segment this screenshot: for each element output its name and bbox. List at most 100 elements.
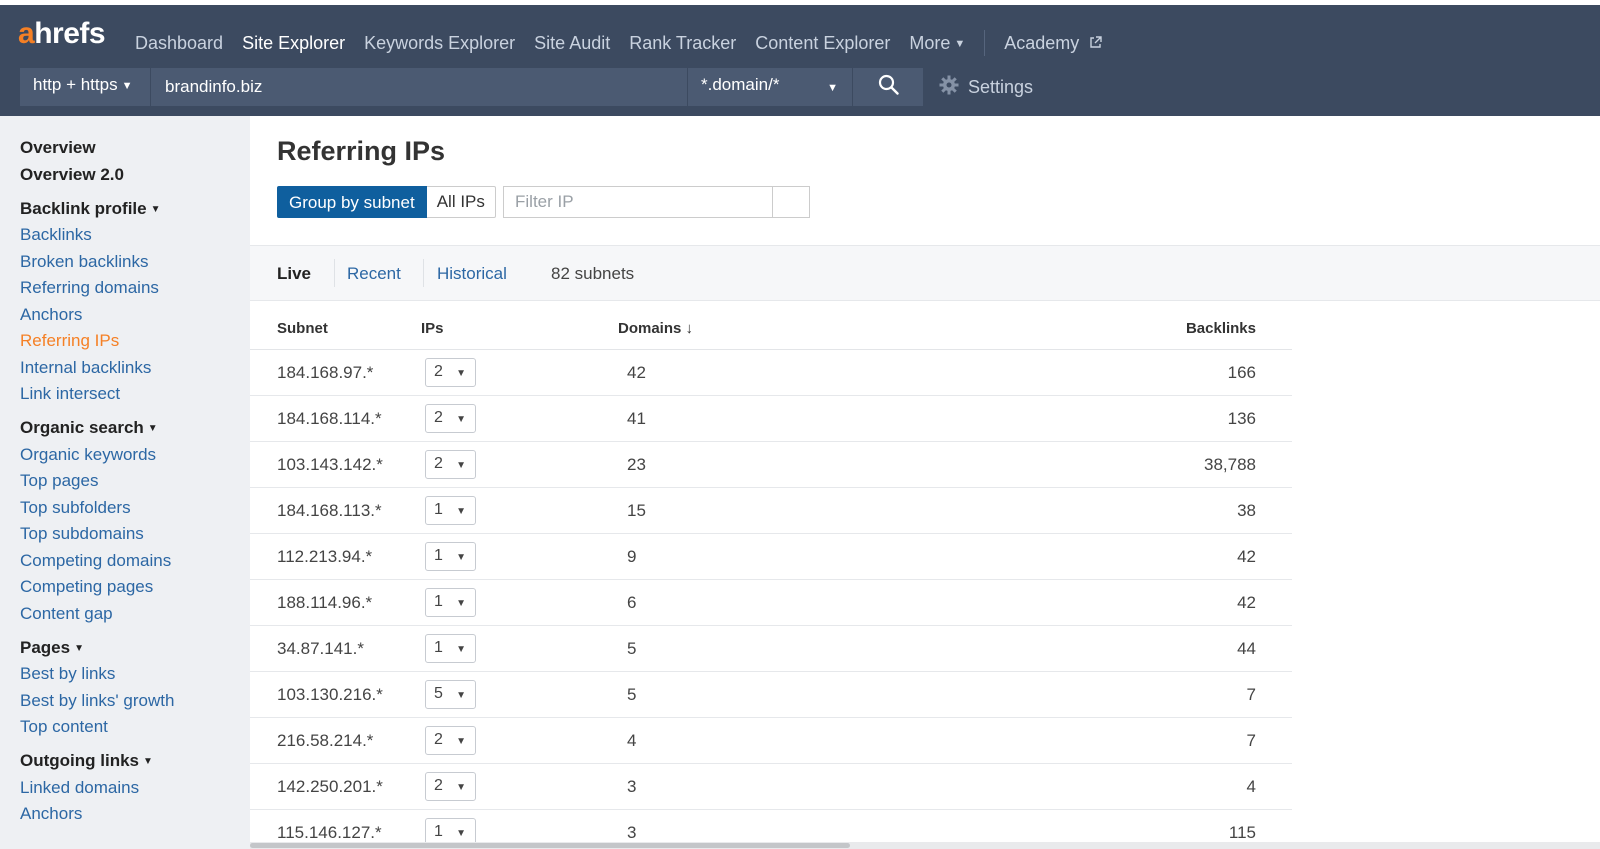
nav-keywords-explorer[interactable]: Keywords Explorer <box>364 33 515 54</box>
subnet-cell[interactable]: 103.130.216.* <box>277 685 383 705</box>
domains-cell[interactable]: 3 <box>627 823 636 843</box>
nav-more[interactable]: More ▼ <box>909 33 965 54</box>
tab-recent[interactable]: Recent <box>347 264 401 284</box>
domains-cell[interactable]: 4 <box>627 731 636 751</box>
backlinks-cell[interactable]: 38,788 <box>1204 455 1256 475</box>
sidebar-item-organic-keywords[interactable]: Organic keywords <box>20 445 156 465</box>
backlinks-cell[interactable]: 42 <box>1237 593 1256 613</box>
ips-count-dropdown[interactable]: 2 ▼ <box>425 450 476 479</box>
sidebar-item-best-by-links[interactable]: Best by links <box>20 664 115 684</box>
group-by-subnet-button[interactable]: Group by subnet <box>277 186 427 218</box>
ips-count-dropdown[interactable]: 2 ▼ <box>425 358 476 387</box>
sidebar-item-content-gap[interactable]: Content gap <box>20 604 113 624</box>
horizontal-scrollbar[interactable] <box>250 842 1600 849</box>
subnet-cell[interactable]: 184.168.97.* <box>277 363 373 383</box>
domains-cell[interactable]: 6 <box>627 593 636 613</box>
subnet-cell[interactable]: 34.87.141.* <box>277 639 364 659</box>
scrollbar-thumb[interactable] <box>250 843 850 848</box>
domains-cell[interactable]: 5 <box>627 639 636 659</box>
sidebar-item-link-intersect[interactable]: Link intersect <box>20 384 120 404</box>
subnet-cell[interactable]: 103.143.142.* <box>277 455 383 475</box>
subnet-cell[interactable]: 184.168.113.* <box>277 501 382 521</box>
filter-ip-group <box>503 186 810 218</box>
domains-cell[interactable]: 9 <box>627 547 636 567</box>
sidebar-section-backlink-profile[interactable]: Backlink profile ▼ <box>20 199 161 219</box>
sidebar-item-referring-ips[interactable]: Referring IPs <box>20 331 119 351</box>
backlinks-cell[interactable]: 136 <box>1228 409 1256 429</box>
sidebar-item-top-subdomains[interactable]: Top subdomains <box>20 524 144 544</box>
ips-count-dropdown[interactable]: 2 ▼ <box>425 404 476 433</box>
sidebar-item-referring-domains[interactable]: Referring domains <box>20 278 159 298</box>
sidebar-item-overview-2[interactable]: Overview 2.0 <box>20 165 124 185</box>
backlinks-cell[interactable]: 7 <box>1247 731 1256 751</box>
domains-cell[interactable]: 3 <box>627 777 636 797</box>
chevron-down-icon: ▼ <box>456 414 466 425</box>
sidebar-item-top-subfolders[interactable]: Top subfolders <box>20 498 131 518</box>
backlinks-cell[interactable]: 115 <box>1229 823 1256 843</box>
domains-cell[interactable]: 41 <box>627 409 646 429</box>
ips-count-dropdown[interactable]: 2 ▼ <box>425 772 476 801</box>
domains-cell[interactable]: 15 <box>627 501 646 521</box>
subnet-cell[interactable]: 115.146.127.* <box>277 823 382 843</box>
sidebar-item-anchors[interactable]: Anchors <box>20 305 82 325</box>
column-header-ips[interactable]: IPs <box>421 320 444 337</box>
sidebar-item-internal-backlinks[interactable]: Internal backlinks <box>20 358 151 378</box>
domains-cell[interactable]: 23 <box>627 455 646 475</box>
ips-count-dropdown[interactable]: 1 ▼ <box>425 542 476 571</box>
sidebar-item-top-content[interactable]: Top content <box>20 717 108 737</box>
sidebar-item-competing-domains[interactable]: Competing domains <box>20 551 171 571</box>
subnet-cell[interactable]: 184.168.114.* <box>277 409 382 429</box>
backlinks-cell[interactable]: 38 <box>1237 501 1256 521</box>
tab-divider <box>334 259 335 287</box>
mode-select[interactable]: *.domain/* ▼ <box>688 68 852 106</box>
sidebar-item-outgoing-anchors[interactable]: Anchors <box>20 804 82 824</box>
backlinks-cell[interactable]: 44 <box>1237 639 1256 659</box>
nav-rank-tracker[interactable]: Rank Tracker <box>629 33 736 54</box>
backlinks-cell[interactable]: 42 <box>1237 547 1256 567</box>
settings-button[interactable]: Settings <box>939 68 1033 106</box>
url-input[interactable] <box>151 68 687 106</box>
column-header-domains[interactable]: Domains ↓ <box>618 320 693 337</box>
nav-dashboard[interactable]: Dashboard <box>135 33 223 54</box>
sidebar-item-linked-domains[interactable]: Linked domains <box>20 778 139 798</box>
sidebar-section-pages[interactable]: Pages ▼ <box>20 638 84 658</box>
subnet-cell[interactable]: 188.114.96.* <box>277 593 372 613</box>
sidebar-item-top-pages[interactable]: Top pages <box>20 471 98 491</box>
ips-count-dropdown[interactable]: 2 ▼ <box>425 726 476 755</box>
sidebar-section-organic-search[interactable]: Organic search ▼ <box>20 418 158 438</box>
nav-site-audit[interactable]: Site Audit <box>534 33 610 54</box>
nav-content-explorer[interactable]: Content Explorer <box>755 33 890 54</box>
column-header-subnet[interactable]: Subnet <box>277 320 328 337</box>
subnet-cell[interactable]: 112.213.94.* <box>277 547 372 567</box>
filter-ip-input[interactable] <box>503 186 773 218</box>
ips-count-dropdown[interactable]: 1 ▼ <box>425 588 476 617</box>
ips-count-dropdown[interactable]: 5 ▼ <box>425 680 476 709</box>
domains-cell[interactable]: 5 <box>627 685 636 705</box>
filter-ip-button[interactable] <box>773 186 810 218</box>
tab-historical[interactable]: Historical <box>437 264 507 284</box>
subnet-cell[interactable]: 216.58.214.* <box>277 731 373 751</box>
sidebar-item-backlinks[interactable]: Backlinks <box>20 225 92 245</box>
nav-site-explorer[interactable]: Site Explorer <box>242 33 345 54</box>
sidebar-item-competing-pages[interactable]: Competing pages <box>20 577 153 597</box>
subnet-cell[interactable]: 142.250.201.* <box>277 777 383 797</box>
column-header-backlinks[interactable]: Backlinks <box>1186 320 1256 337</box>
ips-count-dropdown[interactable]: 1 ▼ <box>425 634 476 663</box>
nav-academy[interactable]: Academy <box>1004 33 1102 54</box>
protocol-select[interactable]: http + https ▼ <box>20 68 151 106</box>
ahrefs-logo[interactable]: ahrefs <box>18 17 106 51</box>
backlinks-cell[interactable]: 166 <box>1228 363 1256 383</box>
table-body: 184.168.97.* 2 ▼ 42 166 184.168.114.* 2 ▼ 41 136 1… <box>250 350 1292 849</box>
domains-cell[interactable]: 42 <box>627 363 646 383</box>
ips-count-dropdown[interactable]: 1 ▼ <box>425 496 476 525</box>
sidebar-item-broken-backlinks[interactable]: Broken backlinks <box>20 252 149 272</box>
tab-live[interactable]: Live <box>277 264 311 284</box>
sidebar-item-overview[interactable]: Overview <box>20 138 96 158</box>
sidebar-section-outgoing-links[interactable]: Outgoing links ▼ <box>20 751 153 771</box>
sidebar-item-best-by-links-growth[interactable]: Best by links' growth <box>20 691 174 711</box>
backlinks-cell[interactable]: 7 <box>1247 685 1256 705</box>
backlinks-cell[interactable]: 4 <box>1247 777 1256 797</box>
chevron-down-icon: ▼ <box>456 782 466 793</box>
search-button[interactable] <box>853 68 923 106</box>
all-ips-button[interactable]: All IPs <box>426 186 496 218</box>
